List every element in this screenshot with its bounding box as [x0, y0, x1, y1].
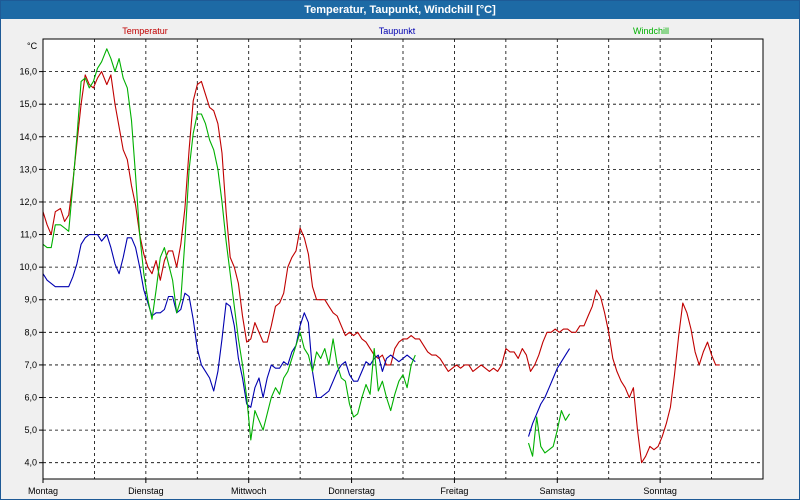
y-tick-label: 15,0 [19, 99, 37, 109]
y-tick-label: 11,0 [20, 230, 37, 240]
legend-label-temperatur: Temperatur [122, 26, 168, 36]
x-tick-label-day: Mittwoch [231, 486, 267, 496]
y-tick-label: 7,0 [24, 360, 37, 370]
chart-area: 4,0 5,0 6,0 7,0 8,0 9,0 10,0 11,0 12,0 13,0 14,0 15… [19, 26, 764, 496]
y-tick-label: 9,0 [24, 295, 37, 305]
chart-window: Temperatur, Taupunkt, Windchill [°C] 4,0… [0, 0, 800, 500]
y-tick-label: 12,0 [19, 197, 37, 207]
y-tick-label: 14,0 [19, 132, 37, 142]
y-tick-label: 8,0 [24, 327, 37, 337]
y-tick-label: 16,0 [19, 67, 37, 77]
legend-label-taupunkt: Taupunkt [379, 26, 416, 36]
y-tick-label: 6,0 [24, 393, 37, 403]
legend: Temperatur Taupunkt Windchill [122, 26, 669, 36]
x-tick-label-day: Dienstag [128, 486, 164, 496]
x-axis: Montag17.10.16Dienstag18.10.16Mittwoch19… [28, 479, 677, 496]
y-tick-label: 10,0 [19, 262, 37, 272]
legend-label-windchill: Windchill [633, 26, 669, 36]
x-tick-label-day: Samstag [540, 486, 576, 496]
x-tick-label-day: Sonntag [643, 486, 677, 496]
y-axis: 4,0 5,0 6,0 7,0 8,0 9,0 10,0 11,0 12,0 13,0 14,0 15… [19, 41, 43, 468]
y-tick-label: 13,0 [19, 164, 37, 174]
window-title: Temperatur, Taupunkt, Windchill [°C] [1, 1, 799, 19]
unit-label: °C [27, 41, 38, 51]
y-tick-label: 4,0 [24, 458, 37, 468]
x-tick-label-day: Donnerstag [328, 486, 375, 496]
x-tick-label-day: Freitag [440, 486, 468, 496]
x-tick-label-day: Montag [28, 486, 58, 496]
y-tick-label: 5,0 [24, 425, 37, 435]
